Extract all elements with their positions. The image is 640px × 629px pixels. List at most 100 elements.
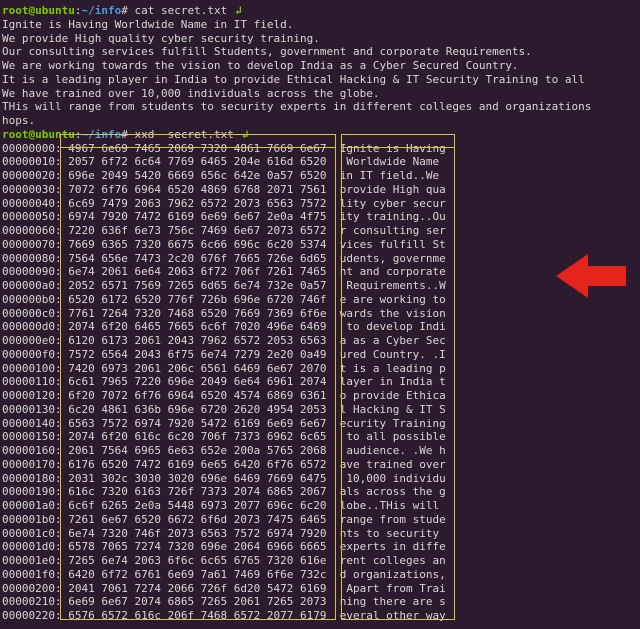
xxd-hex: 7669 6365 7320 6675 6c66 696c 6c20 5374 — [68, 238, 326, 251]
cat-output-line: THis will range from students to securit… — [2, 100, 640, 114]
xxd-row: 00000150: 2074 6f20 616c 6c20 706f 7373 … — [2, 430, 640, 444]
xxd-row: 00000200: 2041 7061 7274 2066 726f 6d20 … — [2, 582, 640, 596]
xxd-row: 00000100: 7420 6973 2061 206c 6561 6469 … — [2, 362, 640, 376]
xxd-offset: 000000a0: — [2, 279, 62, 292]
xxd-ascii: nt and corporate — [340, 265, 446, 278]
xxd-offset: 00000090: — [2, 265, 62, 278]
xxd-row: 00000020: 696e 2049 5420 6669 656c 642e … — [2, 169, 640, 183]
xxd-row: 000000c0: 7761 7264 7320 7468 6520 7669 … — [2, 307, 640, 321]
cat-output-line: We are working towards the vision to dev… — [2, 59, 640, 73]
xxd-offset: 000001c0: — [2, 527, 62, 540]
xxd-row: 000001a0: 6c6f 6265 2e0a 5448 6973 2077 … — [2, 499, 640, 513]
xxd-hex: 7761 7264 7320 7468 6520 7669 7369 6f6e — [68, 307, 326, 320]
xxd-offset: 00000080: — [2, 252, 62, 265]
xxd-ascii: Ignite is Having — [340, 142, 446, 155]
xxd-row: 00000110: 6c61 7965 7220 696e 2049 6e64 … — [2, 375, 640, 389]
xxd-row: 00000120: 6f20 7072 6f76 6964 6520 4574 … — [2, 389, 640, 403]
xxd-ascii: lobe..THis will — [340, 499, 446, 512]
xxd-offset: 00000020: — [2, 169, 62, 182]
xxd-offset: 000001d0: — [2, 540, 62, 553]
xxd-ascii: nts to security — [340, 527, 446, 540]
xxd-row: 00000210: 6e69 6e67 2074 6865 7265 2061 … — [2, 595, 640, 609]
xxd-row: 00000070: 7669 6365 7320 6675 6c66 696c … — [2, 238, 640, 252]
xxd-offset: 00000060: — [2, 224, 62, 237]
xxd-ascii: to all possible — [340, 430, 446, 443]
xxd-hex: 6974 7920 7472 6169 6e69 6e67 2e0a 4f75 — [68, 210, 326, 223]
xxd-hex: 2074 6f20 616c 6c20 706f 7373 6962 6c65 — [68, 430, 326, 443]
xxd-hex: 6c20 4861 636b 696e 6720 2620 4954 2053 — [68, 403, 326, 416]
xxd-hex: 616c 7320 6163 726f 7373 2074 6865 2067 — [68, 485, 326, 498]
xxd-offset: 00000040: — [2, 197, 62, 210]
xxd-hex: 6c61 7965 7220 696e 2049 6e64 6961 2074 — [68, 375, 326, 388]
xxd-hex: 6120 6173 2061 2043 7962 6572 2053 6563 — [68, 334, 326, 347]
xxd-row: 000000b0: 6520 6172 6520 776f 726b 696e … — [2, 293, 640, 307]
xxd-row: 00000080: 7564 656e 7473 2c20 676f 7665 … — [2, 252, 640, 266]
xxd-hex: 6563 7572 6974 7920 5472 6169 6e69 6e67 — [68, 417, 326, 430]
xxd-row: 00000190: 616c 7320 6163 726f 7373 2074 … — [2, 485, 640, 499]
xxd-hex: 6f20 7072 6f76 6964 6520 4574 6869 6361 — [68, 389, 326, 402]
prompt-user-host: root@ubuntu — [2, 4, 75, 17]
xxd-offset: 000000e0: — [2, 334, 62, 347]
xxd-hex: 6578 7065 7274 7320 696e 2064 6966 6665 — [68, 540, 326, 553]
xxd-offset: 00000120: — [2, 389, 62, 402]
xxd-ascii: r consulting ser — [340, 224, 446, 237]
xxd-offset: 000000c0: — [2, 307, 62, 320]
xxd-ascii: Apart from Trai — [340, 582, 446, 595]
xxd-offset: 00000180: — [2, 472, 62, 485]
cat-output-line: Our consulting services fulfill Students… — [2, 45, 640, 59]
xxd-row: 00000030: 7072 6f76 6964 6520 4869 6768 … — [2, 183, 640, 197]
xxd-hex: 6e74 2061 6e64 2063 6f72 706f 7261 7465 — [68, 265, 326, 278]
xxd-ascii: experts in diffe — [340, 540, 446, 553]
xxd-hex: 6520 6172 6520 776f 726b 696e 6720 746f — [68, 293, 326, 306]
xxd-offset: 00000170: — [2, 458, 62, 471]
xxd-ascii: layer in India t — [340, 375, 446, 388]
prompt-path: ~/info — [81, 4, 121, 17]
xxd-row: 00000090: 6e74 2061 6e64 2063 6f72 706f … — [2, 265, 640, 279]
xxd-row: 00000040: 6c69 7479 2063 7962 6572 2073 … — [2, 197, 640, 211]
xxd-offset: 00000000: — [2, 142, 62, 155]
xxd-row: 000000e0: 6120 6173 2061 2043 7962 6572 … — [2, 334, 640, 348]
xxd-offset: 00000130: — [2, 403, 62, 416]
xxd-hex: 2061 7564 6965 6e63 652e 200a 5765 2068 — [68, 444, 326, 457]
xxd-row: 000000d0: 2074 6f20 6465 7665 6c6f 7020 … — [2, 320, 640, 334]
xxd-ascii: Worldwide Name — [340, 155, 446, 168]
xxd-ascii: in IT field..We — [340, 169, 446, 182]
xxd-offset: 00000220: — [2, 609, 62, 622]
cat-output-line: hops. — [2, 114, 640, 128]
xxd-ascii: vices fulfill St — [340, 238, 446, 251]
command-line-2: root@ubuntu:~/info# xxd secret.txt↲ — [2, 128, 640, 142]
terminal-output[interactable]: root@ubuntu:~/info# cat secret.txt↲Ignit… — [2, 4, 640, 623]
xxd-hex: 7420 6973 2061 206c 6561 6469 6e67 2070 — [68, 362, 326, 375]
xxd-hex: 6c69 7479 2063 7962 6572 2073 6563 7572 — [68, 197, 326, 210]
xxd-hex: 6576 6572 616c 206f 7468 6572 2077 6179 — [68, 609, 326, 622]
xxd-hex: 7220 636f 6e73 756c 7469 6e67 2073 6572 — [68, 224, 326, 237]
xxd-row: 00000060: 7220 636f 6e73 756c 7469 6e67 … — [2, 224, 640, 238]
xxd-offset: 000000f0: — [2, 348, 62, 361]
prompt-path: ~/info — [81, 128, 121, 141]
cat-output-line: Ignite is Having Worldwide Name in IT fi… — [2, 18, 640, 32]
xxd-ascii: ave trained over — [340, 458, 446, 471]
xxd-offset: 000001f0: — [2, 568, 62, 581]
prompt-user-host: root@ubuntu — [2, 128, 75, 141]
command-text: xxd secret.txt — [134, 128, 233, 141]
xxd-ascii: audience. .We h — [340, 444, 446, 457]
xxd-ascii: d organizations, — [340, 568, 446, 581]
xxd-hex: 6e69 6e67 2074 6865 7265 2061 7265 2073 — [68, 595, 326, 608]
xxd-ascii: ecurity Training — [340, 417, 446, 430]
xxd-offset: 00000190: — [2, 485, 62, 498]
xxd-offset: 00000200: — [2, 582, 62, 595]
xxd-row: 000000a0: 2052 6571 7569 7265 6d65 6e74 … — [2, 279, 640, 293]
xxd-ascii: udents, governme — [340, 252, 446, 265]
xxd-ascii: o provide Ethica — [340, 389, 446, 402]
xxd-offset: 00000150: — [2, 430, 62, 443]
xxd-offset: 00000070: — [2, 238, 62, 251]
cat-output-line: We have trained over 10,000 individuals … — [2, 87, 640, 101]
xxd-row: 00000170: 6176 6520 7472 6169 6e65 6420 … — [2, 458, 640, 472]
xxd-hex: 2057 6f72 6c64 7769 6465 204e 616d 6520 — [68, 155, 326, 168]
xxd-ascii: ured Country. .I — [340, 348, 446, 361]
xxd-hex: 2052 6571 7569 7265 6d65 6e74 732e 0a57 — [68, 279, 326, 292]
xxd-hex: 4967 6e69 7465 2069 7320 4861 7669 6e67 — [68, 142, 326, 155]
xxd-row: 00000130: 6c20 4861 636b 696e 6720 2620 … — [2, 403, 640, 417]
xxd-ascii: range from stude — [340, 513, 446, 526]
xxd-hex: 2031 302c 3030 3020 696e 6469 7669 6475 — [68, 472, 326, 485]
